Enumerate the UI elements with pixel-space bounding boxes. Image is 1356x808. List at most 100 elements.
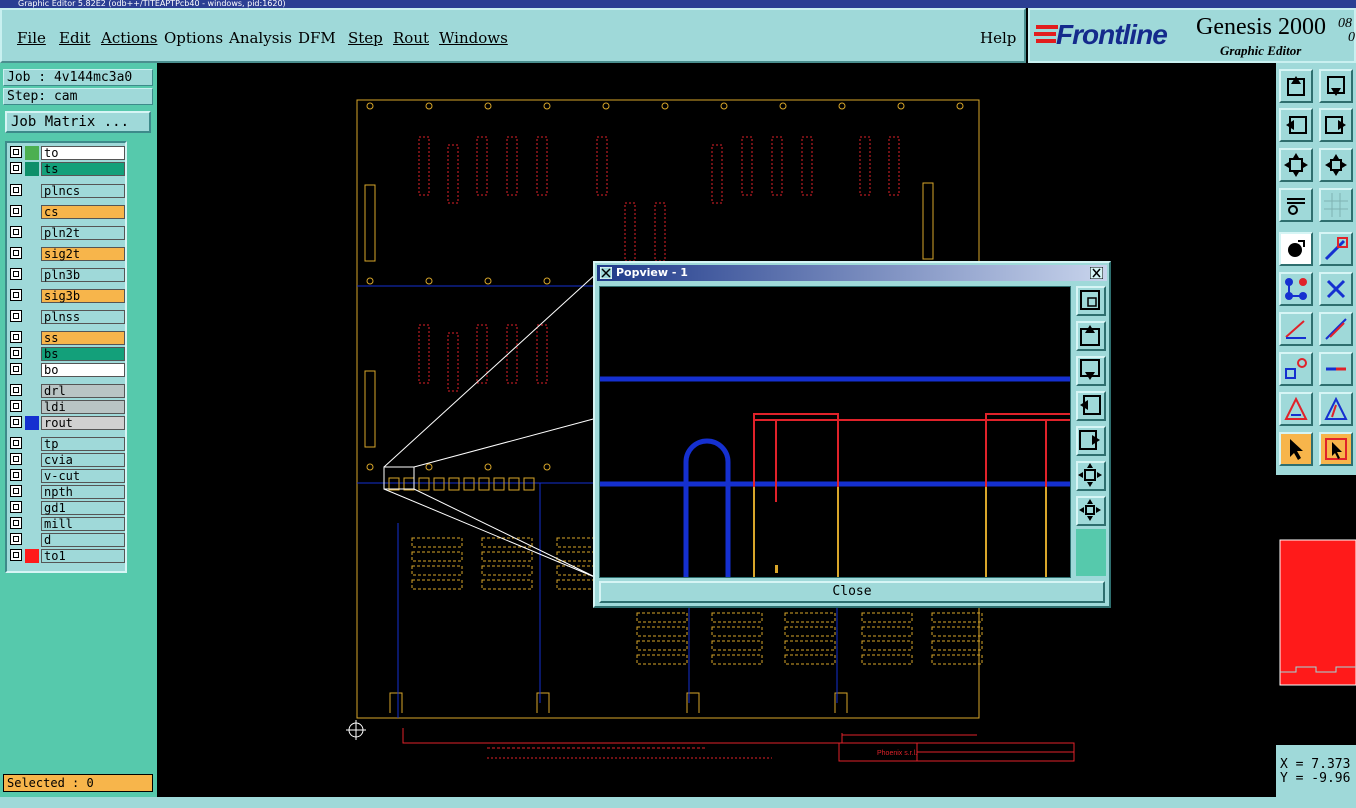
triangle-alt-button[interactable] — [1319, 392, 1353, 426]
layer-row-drl[interactable]: drl — [10, 384, 126, 398]
menu-options[interactable]: Options — [164, 29, 223, 47]
pad-tool-button[interactable] — [1279, 352, 1313, 386]
menu-windows[interactable]: Windows — [439, 29, 508, 47]
layer-checkbox[interactable] — [10, 268, 22, 280]
layer-name[interactable]: to — [41, 146, 125, 160]
layer-checkbox[interactable] — [10, 485, 22, 497]
layer-checkbox[interactable] — [10, 453, 22, 465]
layer-name[interactable]: mill — [41, 517, 125, 531]
layer-name[interactable]: gd1 — [41, 501, 125, 515]
menu-file[interactable]: File — [17, 29, 46, 47]
layer-row-pln3b[interactable]: pln3b — [10, 268, 126, 282]
grid-button[interactable] — [1319, 188, 1353, 222]
layer-row-tp[interactable]: tp — [10, 437, 126, 451]
layer-name[interactable]: to1 — [41, 549, 125, 563]
layer-row-ldi[interactable]: ldi — [10, 400, 126, 414]
layer-checkbox[interactable] — [10, 549, 22, 561]
layer-name[interactable]: npth — [41, 485, 125, 499]
layer-name[interactable]: ldi — [41, 400, 125, 414]
layer-row-mill[interactable]: mill — [10, 517, 126, 531]
layer-checkbox[interactable] — [10, 310, 22, 322]
layer-row-cvia[interactable]: cvia — [10, 453, 126, 467]
layer-checkbox[interactable] — [10, 226, 22, 238]
popview-pan-up-button[interactable] — [1076, 321, 1106, 351]
triangle-tool-button[interactable] — [1279, 392, 1313, 426]
layer-row-ss[interactable]: ss — [10, 331, 126, 345]
layer-name[interactable]: cvia — [41, 453, 125, 467]
layer-checkbox[interactable] — [10, 469, 22, 481]
layer-checkbox[interactable] — [10, 533, 22, 545]
layer-row-sig3b[interactable]: sig3b — [10, 289, 126, 303]
layer-name[interactable]: sig3b — [41, 289, 125, 303]
mini-overview[interactable] — [1276, 475, 1356, 745]
layer-row-gd1[interactable]: gd1 — [10, 501, 126, 515]
layer-row-plnss[interactable]: plnss — [10, 310, 126, 324]
menu-rout[interactable]: Rout — [393, 29, 429, 47]
layer-checkbox[interactable] — [10, 363, 22, 375]
close-button[interactable]: Close — [599, 581, 1105, 603]
layer-name[interactable]: plnss — [41, 310, 125, 324]
layer-row-v-cut[interactable]: v-cut — [10, 469, 126, 483]
layer-name[interactable]: d — [41, 533, 125, 547]
layer-row-pln2t[interactable]: pln2t — [10, 226, 126, 240]
layer-row-to1[interactable]: to1 — [10, 549, 126, 563]
layer-checkbox[interactable] — [10, 184, 22, 196]
menu-edit[interactable]: Edit — [59, 29, 90, 47]
layer-name[interactable]: ss — [41, 331, 125, 345]
popview-pan-down-button[interactable] — [1076, 356, 1106, 386]
layer-name[interactable]: tp — [41, 437, 125, 451]
layer-name[interactable]: bs — [41, 347, 125, 361]
layer-name[interactable]: rout — [41, 416, 125, 430]
layer-row-npth[interactable]: npth — [10, 485, 126, 499]
snap-button[interactable] — [1279, 232, 1313, 266]
connect-nodes-button[interactable] — [1279, 272, 1313, 306]
menu-actions[interactable]: Actions — [101, 29, 157, 47]
measure-button[interactable] — [1279, 188, 1313, 222]
layer-name[interactable]: pln2t — [41, 226, 125, 240]
layer-name[interactable]: drl — [41, 384, 125, 398]
select-pointer-button[interactable] — [1279, 432, 1313, 466]
layer-checkbox[interactable] — [10, 384, 22, 396]
layer-name[interactable]: ts — [41, 162, 125, 176]
pan-left-button[interactable] — [1279, 108, 1313, 142]
pan-up-button[interactable] — [1279, 69, 1313, 103]
menu-dfm[interactable]: DFM — [298, 29, 336, 47]
popview-pan-left-button[interactable] — [1076, 391, 1106, 421]
window-menu-icon[interactable] — [600, 267, 612, 279]
layer-checkbox[interactable] — [10, 400, 22, 412]
layer-row-plncs[interactable]: plncs — [10, 184, 126, 198]
layer-name[interactable]: sig2t — [41, 247, 125, 261]
draw-line-button[interactable] — [1319, 232, 1353, 266]
cross-tool-button[interactable] — [1319, 272, 1353, 306]
menu-step[interactable]: Step — [348, 29, 383, 47]
popview-canvas[interactable] — [599, 286, 1071, 578]
layer-checkbox[interactable] — [10, 205, 22, 217]
popview-zoom-home-button[interactable] — [1076, 496, 1106, 526]
menu-analysis[interactable]: Analysis — [229, 29, 292, 47]
layer-name[interactable]: cs — [41, 205, 125, 219]
popview-zoom-fit-button[interactable] — [1076, 461, 1106, 491]
layer-row-rout[interactable]: rout — [10, 416, 126, 430]
layer-checkbox[interactable] — [10, 437, 22, 449]
job-matrix-button[interactable]: Job Matrix ... — [5, 111, 151, 133]
layer-row-ts[interactable]: ts — [10, 162, 126, 176]
split-line-button[interactable] — [1319, 352, 1353, 386]
layer-name[interactable]: plncs — [41, 184, 125, 198]
angle-arrow-button[interactable] — [1319, 312, 1353, 346]
pan-right-button[interactable] — [1319, 108, 1353, 142]
layer-checkbox[interactable] — [10, 517, 22, 529]
popview-pan-right-button[interactable] — [1076, 426, 1106, 456]
layer-checkbox[interactable] — [10, 331, 22, 343]
close-icon[interactable] — [1090, 267, 1103, 279]
zoom-home-button[interactable] — [1319, 148, 1353, 182]
popview-zoom-in-button[interactable] — [1076, 286, 1106, 316]
layer-row-bo[interactable]: bo — [10, 363, 126, 377]
select-box-button[interactable] — [1319, 432, 1353, 466]
layer-row-cs[interactable]: cs — [10, 205, 126, 219]
layer-checkbox[interactable] — [10, 162, 22, 174]
popview-title-bar[interactable]: Popview - 1 — [597, 265, 1107, 281]
layer-checkbox[interactable] — [10, 289, 22, 301]
layer-checkbox[interactable] — [10, 416, 22, 428]
layer-row-sig2t[interactable]: sig2t — [10, 247, 126, 261]
menu-help[interactable]: Help — [980, 29, 1016, 47]
